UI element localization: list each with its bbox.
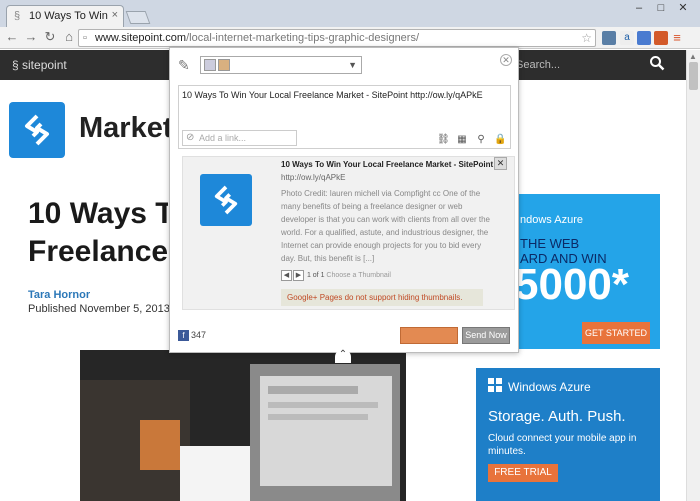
chevron-down-icon: ▼ <box>348 60 357 70</box>
close-icon[interactable]: ✕ <box>500 54 512 66</box>
desk-photo-image <box>80 350 406 501</box>
sitepoint-logo-icon <box>214 185 238 215</box>
pin-icon[interactable]: ✎ <box>178 57 190 74</box>
thumbnail-pager: ◀ ▶ 1 of 1 Choose a Thumbnail <box>281 270 391 281</box>
privacy-lock-icon[interactable]: 🔒 <box>494 134 506 146</box>
section-logo <box>9 102 65 158</box>
facebook-share-count: f 347 <box>178 330 206 341</box>
article-photo <box>80 350 406 501</box>
search-input[interactable]: Search... <box>516 59 560 71</box>
message-text[interactable]: 10 Ways To Win Your Local Freelance Mark… <box>182 90 483 100</box>
close-window-button[interactable]: ✕ <box>672 0 694 16</box>
azure-ad-box[interactable]: Windows Azure Storage. Auth. Push. Cloud… <box>476 368 660 501</box>
page-icon: ▫ <box>83 32 87 44</box>
scroll-up-icon[interactable]: ▲ <box>689 52 697 61</box>
share-popup: ✎ ▼ ✕ 10 Ways To Win Your Local Freelanc… <box>169 47 519 353</box>
ad-prize-amount: 5000* <box>514 260 630 309</box>
back-arrow-icon[interactable]: ← <box>3 29 21 44</box>
extension-4-icon[interactable] <box>654 31 668 45</box>
next-thumbnail-button[interactable]: ▶ <box>293 270 304 281</box>
attach-link-icon[interactable]: ⛓ <box>437 134 450 146</box>
remove-preview-button[interactable]: ✕ <box>494 157 507 170</box>
ad-body: Cloud connect your mobile app in minutes… <box>488 433 637 457</box>
browser-tab-strip: § 10 Ways To Win Your × –□✕ <box>0 0 700 27</box>
minimize-button[interactable]: – <box>628 0 650 16</box>
ad-headline: Storage. Auth. Push. <box>488 408 626 425</box>
bookmark-star-icon[interactable]: ☆ <box>581 31 592 45</box>
free-trial-button[interactable]: FREE TRIAL <box>488 464 558 482</box>
tab-title: 10 Ways To Win Your <box>29 10 111 22</box>
preview-thumbnail <box>200 174 252 226</box>
browser-tab[interactable]: § 10 Ways To Win Your × <box>6 5 124 27</box>
article-title: 10 Ways To Freelance I <box>28 197 168 268</box>
pager-count: 1 of 1 <box>306 272 325 279</box>
page-scrollbar[interactable]: ▲ <box>686 50 700 501</box>
add-link-input[interactable]: ⊘ Add a link... <box>182 130 297 146</box>
profile-avatar <box>204 59 216 71</box>
browser-toolbar: ← → ↻ ⌂ ▫ www.sitepoint.com/local-intern… <box>0 27 700 49</box>
menu-icon[interactable]: ≡ <box>670 31 684 45</box>
tab-close-icon[interactable]: × <box>112 9 118 21</box>
profile-selector[interactable]: ▼ <box>200 56 362 74</box>
link-icon: ⊘ <box>186 132 195 143</box>
windows-logo-icon <box>488 378 502 392</box>
reload-icon[interactable]: ↻ <box>41 29 59 45</box>
thumbnail-notice: Google+ Pages do not support hiding thum… <box>281 289 483 306</box>
author-link[interactable]: Tara Hornor <box>28 289 90 301</box>
url-text[interactable]: www.sitepoint.com/local-internet-marketi… <box>95 32 419 44</box>
extension-1-icon[interactable] <box>602 31 616 45</box>
forward-arrow-icon[interactable]: → <box>22 29 40 44</box>
facebook-icon: f <box>178 330 189 341</box>
home-icon[interactable]: ⌂ <box>60 29 78 44</box>
schedule-button[interactable] <box>400 327 458 344</box>
pager-label: Choose a Thumbnail <box>326 272 391 279</box>
search-icon[interactable] <box>649 55 665 71</box>
sitepoint-favicon-icon: § <box>14 10 21 22</box>
maximize-button[interactable]: □ <box>650 0 672 16</box>
send-now-button[interactable]: Send Now <box>462 327 510 344</box>
address-bar[interactable]: ▫ www.sitepoint.com/local-internet-marke… <box>78 29 596 47</box>
ad-brand: Windows Azure <box>508 380 591 394</box>
extension-3-icon[interactable] <box>637 31 651 45</box>
scrollbar-thumb[interactable] <box>689 62 698 90</box>
new-tab-button[interactable] <box>125 11 151 24</box>
schedule-calendar-icon[interactable]: ▦ <box>456 134 468 146</box>
collapse-popup-icon[interactable]: ⌃ <box>335 349 351 363</box>
ad-brand-text: ndows Azure <box>520 214 583 226</box>
message-composer[interactable]: 10 Ways To Win Your Local Freelance Mark… <box>178 85 511 149</box>
site-logo[interactable]: § sitepoint <box>12 58 67 72</box>
section-title: Market <box>79 112 169 144</box>
preview-title: 10 Ways To Win Your Local Freelance Mark… <box>281 160 494 169</box>
window-controls: – □ ✕ <box>628 0 694 16</box>
get-started-button[interactable]: GET STARTED <box>582 322 650 344</box>
preview-description: Photo Credit: lauren michell via Compfig… <box>281 189 490 263</box>
location-pin-icon[interactable]: ⚲ <box>475 134 487 146</box>
published-date: Published November 5, 2013 <box>28 303 170 315</box>
link-preview: 10 Ways To Win Your Local Freelance Mark… <box>182 156 515 310</box>
prev-thumbnail-button[interactable]: ◀ <box>281 270 292 281</box>
preview-link: http://ow.ly/qAPkE <box>281 173 346 182</box>
logo-mark-icon: § <box>12 58 23 72</box>
sitepoint-logo-icon <box>25 114 49 146</box>
profile-avatar <box>218 59 230 71</box>
composer-tools: ⛓ ▦ ⚲ 🔒 <box>430 131 506 146</box>
extension-2-icon[interactable]: a <box>620 31 634 45</box>
